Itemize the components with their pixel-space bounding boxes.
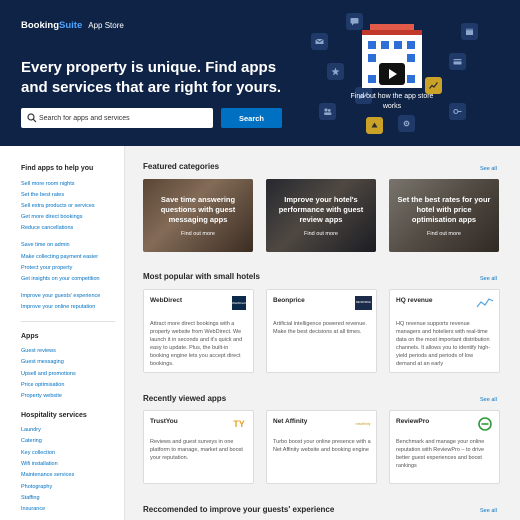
- app-name: HQ revenue: [396, 297, 433, 304]
- app-card-net-affinity[interactable]: Net Affinity netaffinity Turbo boost you…: [266, 410, 377, 484]
- key-icon: [449, 103, 466, 120]
- bell-icon: [366, 117, 383, 134]
- featured-card-more-link[interactable]: Find out more: [389, 231, 499, 237]
- app-description: Turbo boost your online presence with a …: [273, 439, 371, 453]
- featured-card-title: Improve your hotel's performance with gu…: [278, 195, 364, 224]
- sidebar-link-set-best-rates[interactable]: Set the best rates: [21, 192, 64, 198]
- sidebar-link-insights-competition[interactable]: Get insights on your competition: [21, 276, 100, 282]
- recent-section-title: Recently viewed apps: [143, 394, 227, 403]
- sidebar-link-property-website[interactable]: Property website: [21, 393, 62, 399]
- sidebar-link-key-collection[interactable]: Key collection: [21, 450, 55, 456]
- app-description: Benchmark and manage your online reputat…: [396, 439, 485, 469]
- app-description: Attract more direct bookings with a prop…: [150, 321, 243, 367]
- search-button[interactable]: Search: [221, 108, 282, 128]
- net-affinity-logo: netaffinity: [355, 422, 371, 426]
- recent-see-all-link[interactable]: See all: [480, 397, 497, 403]
- app-name: WebDirect: [150, 297, 183, 304]
- play-video-button[interactable]: [379, 63, 405, 85]
- sidebar-link-guest-messaging[interactable]: Guest messaging: [21, 359, 64, 365]
- sidebar-link-photography[interactable]: Photography: [21, 484, 52, 490]
- sidebar-divider: [21, 321, 115, 322]
- beonprice-logo: BEONPRICE: [355, 296, 372, 310]
- app-name: ReviewPro: [396, 418, 430, 425]
- app-store-label: App Store: [88, 21, 124, 30]
- sidebar-link-online-reputation[interactable]: Improve your online reputation: [21, 304, 95, 310]
- featured-categories-title: Featured categories: [143, 162, 220, 171]
- brand-name-part1: Booking: [21, 20, 59, 31]
- sidebar-heading-hospitality: Hospitality services: [21, 412, 87, 419]
- sidebar-link-collecting-payment[interactable]: Make collecting payment easier: [21, 254, 98, 260]
- app-name: TrustYou: [150, 418, 178, 425]
- recommended-see-all-link[interactable]: See all: [480, 508, 497, 514]
- sidebar-heading-find-apps: Find apps to help you: [21, 165, 94, 172]
- video-caption[interactable]: Find out how the app store works: [349, 92, 435, 112]
- app-description: HQ revenue supports revenue managers and…: [396, 321, 491, 367]
- sidebar-link-save-time-admin[interactable]: Save time on admin: [21, 242, 70, 248]
- star-icon: [327, 63, 344, 80]
- app-card-webdirect[interactable]: WebDirect WebDirect Attract more direct …: [143, 289, 254, 373]
- featured-see-all-link[interactable]: See all: [480, 166, 497, 172]
- recommended-section-title: Reccomended to improve your guests' expe…: [143, 505, 335, 514]
- featured-card-more-link[interactable]: Find out more: [266, 231, 376, 237]
- app-description: Reviews and guest surveys in one platfor…: [150, 439, 243, 461]
- card-icon: [449, 53, 466, 70]
- app-card-hq-revenue[interactable]: HQ revenue HQ revenue supports revenue m…: [389, 289, 500, 373]
- app-card-trustyou[interactable]: TrustYou TY Reviews and guest surveys in…: [143, 410, 254, 484]
- settings-icon: [398, 115, 415, 132]
- hero-title: Every property is unique. Find apps and …: [21, 59, 282, 96]
- app-card-reviewpro[interactable]: ReviewPro Benchmark and manage your onli…: [389, 410, 500, 484]
- sidebar-link-guest-reviews[interactable]: Guest reviews: [21, 348, 56, 354]
- sidebar-link-sell-extra-products[interactable]: Sell extra products or services: [21, 203, 95, 209]
- sidebar-link-sell-more-room-nights[interactable]: Sell more room nights: [21, 181, 75, 187]
- sidebar-link-catering[interactable]: Catering: [21, 438, 42, 444]
- sidebar-link-staffing[interactable]: Staffing: [21, 495, 40, 501]
- brand-name-part2: Suite: [59, 20, 83, 31]
- sidebar-link-maintenance[interactable]: Maintenance services: [21, 472, 74, 478]
- sidebar-heading-apps: Apps: [21, 333, 39, 340]
- sidebar-link-insurance[interactable]: Insurance: [21, 506, 45, 512]
- sidebar-link-reduce-cancellations[interactable]: Reduce cancellations: [21, 225, 73, 231]
- sidebar-link-protect-property[interactable]: Protect your property: [21, 265, 72, 271]
- search-box[interactable]: [21, 108, 213, 128]
- sidebar-link-guest-experience[interactable]: Improve your guests' experience: [21, 293, 100, 299]
- featured-card-guest-messaging[interactable]: Save time answering questions with guest…: [143, 179, 253, 252]
- popular-section-title: Most popular with small hotels: [143, 272, 260, 281]
- featured-card-title: Set the best rates for your hotel with p…: [397, 195, 491, 224]
- featured-card-more-link[interactable]: Find out more: [143, 231, 253, 237]
- sidebar-link-more-direct-bookings[interactable]: Get more direct bookings: [21, 214, 82, 220]
- brand-logo[interactable]: BookingSuite App Store: [21, 20, 124, 31]
- app-name: Net Affinity: [273, 418, 308, 425]
- hero-banner: BookingSuite App Store Every property is …: [0, 0, 520, 146]
- sidebar-link-price-optimisation[interactable]: Price optimisation: [21, 382, 64, 388]
- sidebar-link-wifi[interactable]: Wifi installation: [21, 461, 58, 467]
- app-name: Beonprice: [273, 297, 305, 304]
- sidebar: Find apps to help you Sell more room nig…: [0, 146, 125, 520]
- popular-see-all-link[interactable]: See all: [480, 276, 497, 282]
- hq-revenue-logo: [476, 298, 494, 308]
- reviewpro-logo: [478, 417, 492, 431]
- search-icon: [27, 113, 37, 123]
- app-description: Artificial intelligence powered revenue.…: [273, 321, 367, 335]
- sidebar-link-laundry[interactable]: Laundry: [21, 427, 41, 433]
- people-icon: [319, 103, 336, 120]
- envelope-icon: [311, 33, 328, 50]
- app-card-beonprice[interactable]: Beonprice BEONPRICE Artificial intellige…: [266, 289, 377, 373]
- trustyou-logo: TY: [233, 419, 245, 429]
- featured-card-price-optimisation[interactable]: Set the best rates for your hotel with p…: [389, 179, 499, 252]
- sidebar-link-upsell-promotions[interactable]: Upsell and promotions: [21, 371, 76, 377]
- featured-card-guest-reviews[interactable]: Improve your hotel's performance with gu…: [266, 179, 376, 252]
- search-input[interactable]: [39, 108, 209, 128]
- webdirect-logo: WebDirect: [232, 296, 246, 310]
- chat-icon: [346, 13, 363, 30]
- featured-card-title: Save time answering questions with guest…: [160, 195, 236, 224]
- calendar-icon: [461, 23, 478, 40]
